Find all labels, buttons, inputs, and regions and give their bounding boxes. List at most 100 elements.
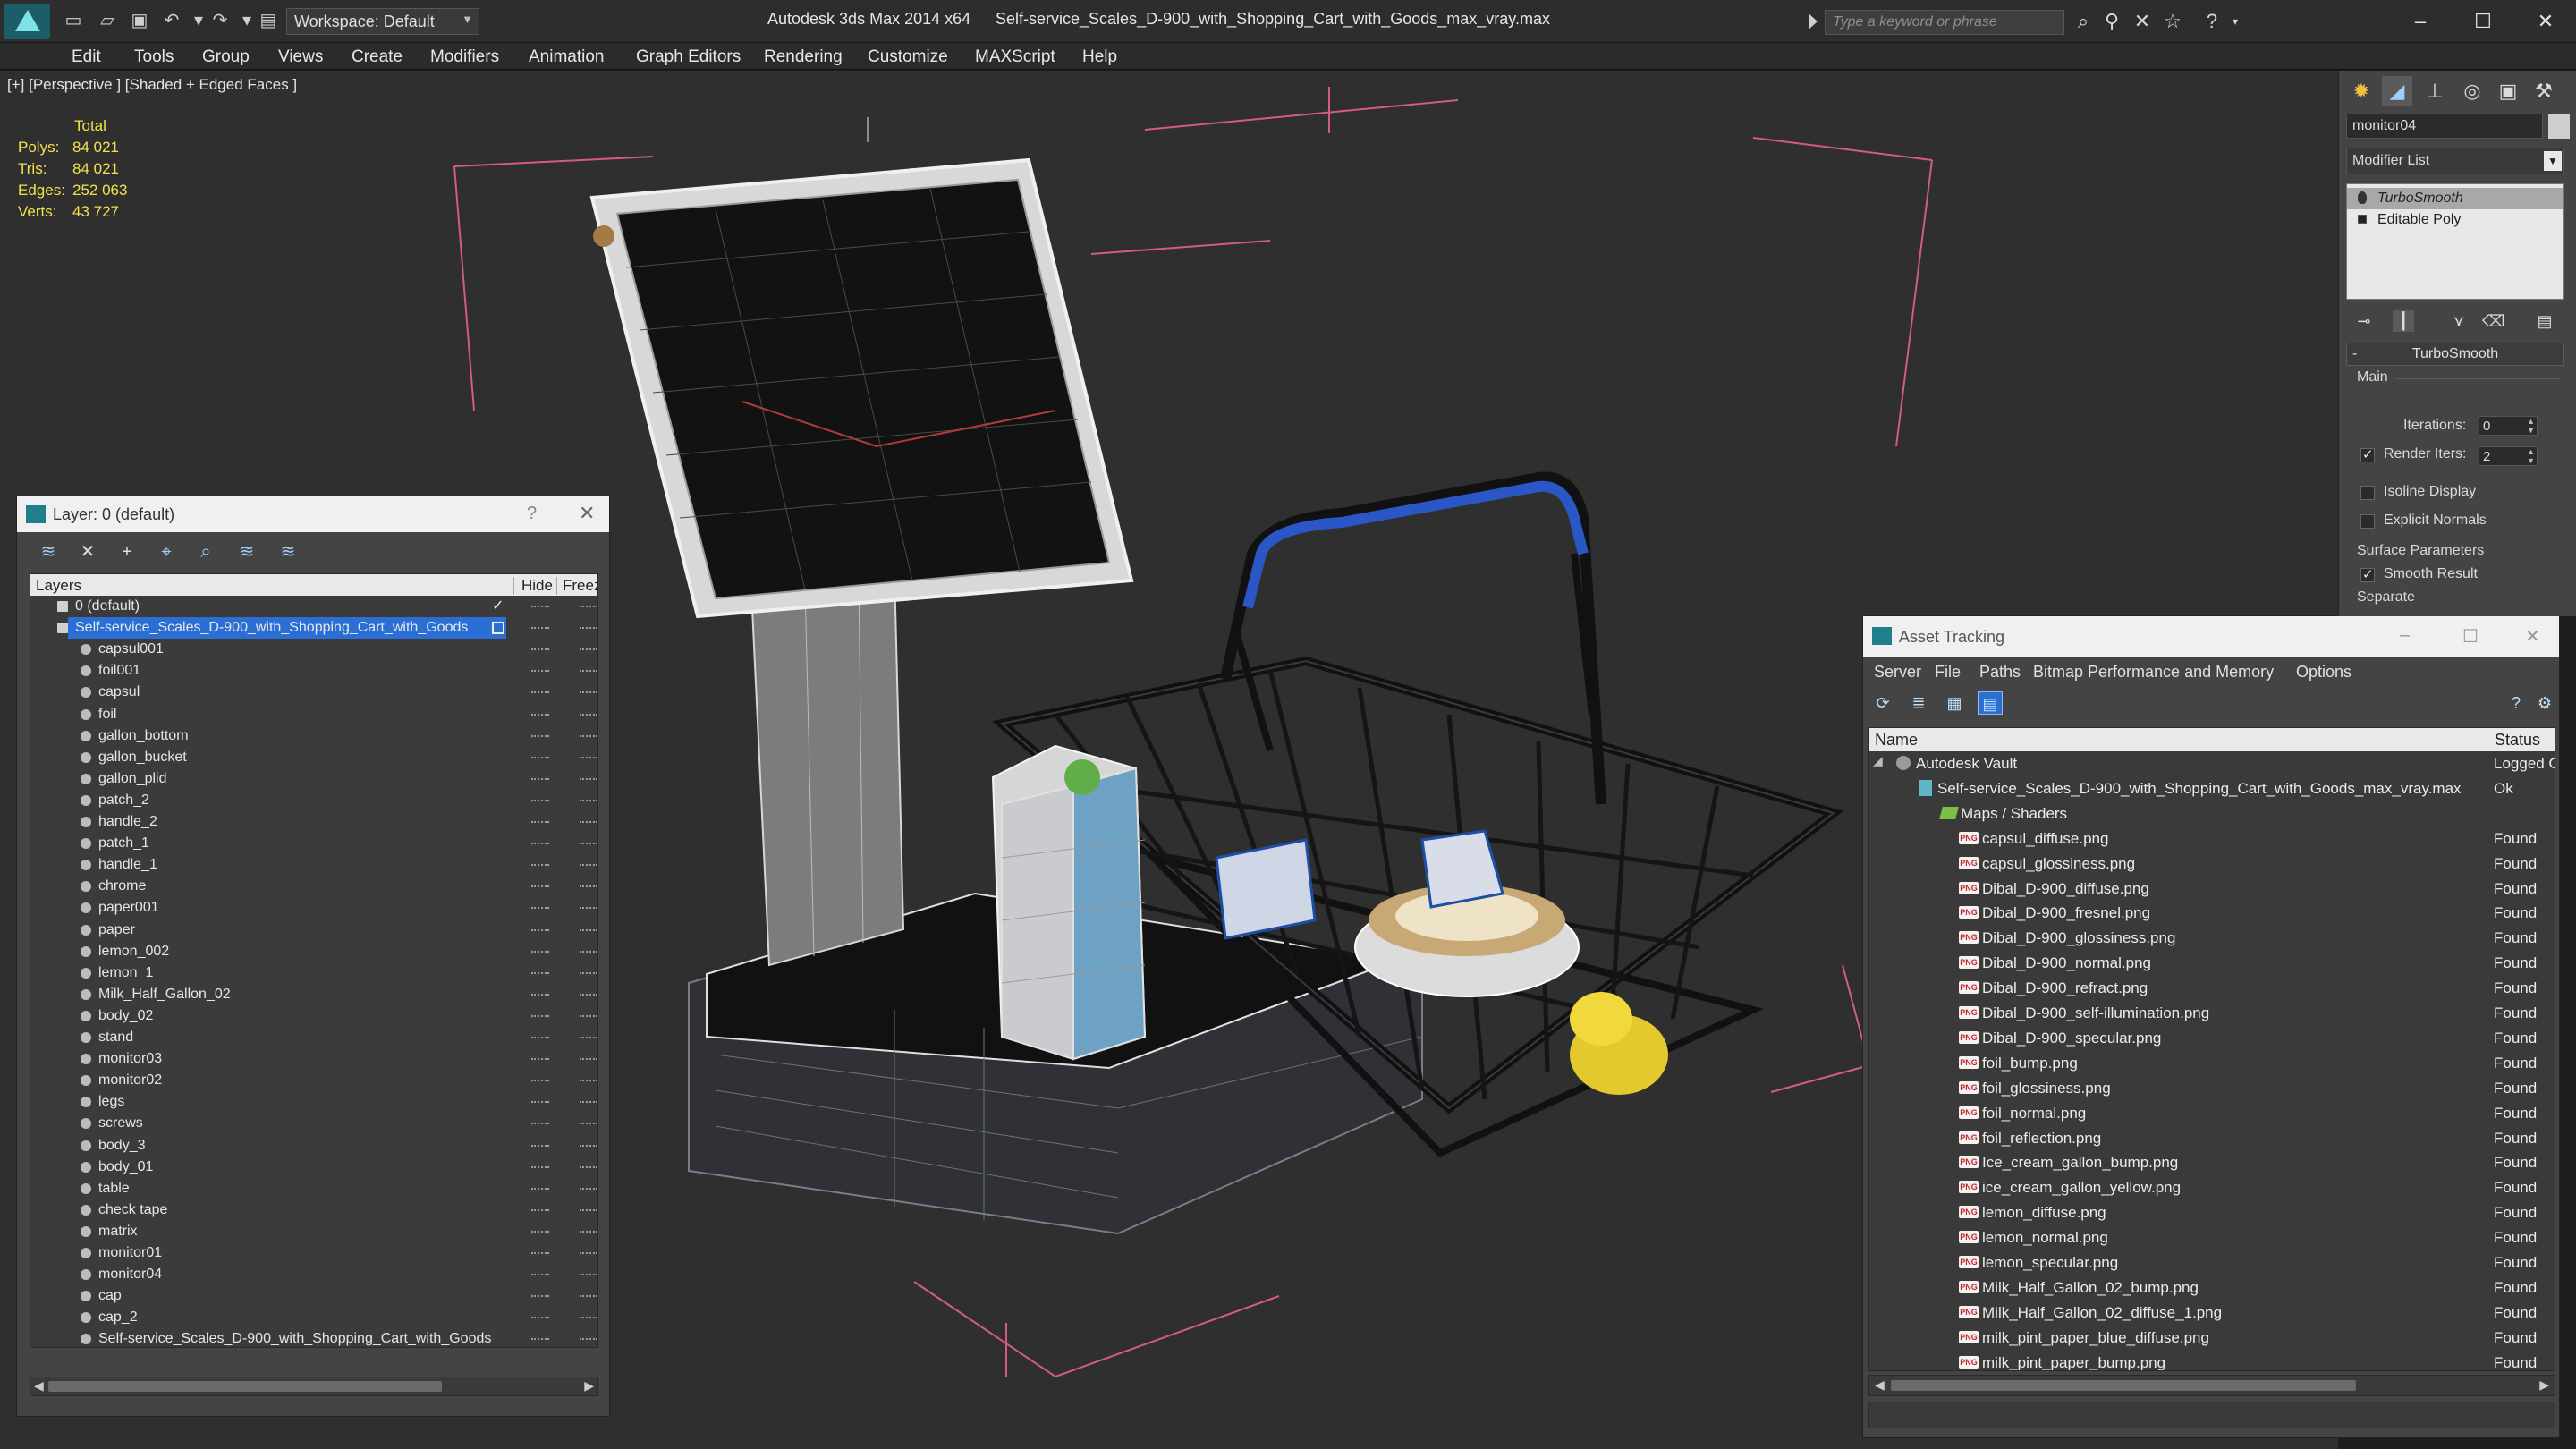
layer-row[interactable]: body_3 (30, 1135, 597, 1157)
layer-row[interactable]: gallon_plid (30, 768, 597, 790)
menu-create[interactable]: Create (352, 47, 402, 67)
asset-row[interactable]: PNG Dibal_D-900_self-illumination.png Foun… (1869, 1002, 2555, 1024)
expand-box-icon[interactable] (2358, 215, 2367, 224)
asset-row[interactable]: PNG Dibal_D-900_glossiness.png Found (1869, 927, 2555, 949)
freeze-toggle[interactable] (580, 971, 597, 975)
asset-menu-paths[interactable]: Paths (1979, 663, 2021, 682)
freeze-toggle[interactable] (580, 1080, 597, 1082)
pin-stack-icon[interactable]: ⊸ (2353, 310, 2375, 332)
table-view-icon[interactable]: ▤ (1978, 691, 2003, 715)
layer-row[interactable]: handle_2 (30, 811, 597, 833)
explicit-normals-checkbox[interactable] (2360, 514, 2375, 529)
save-icon[interactable]: ▣ (129, 11, 150, 30)
asset-menu-bitmap[interactable]: Bitmap Performance and Memory (2033, 663, 2274, 682)
layer-row[interactable]: handle_1 (30, 854, 597, 876)
hide-toggle[interactable] (531, 1058, 549, 1061)
hide-toggle[interactable] (531, 713, 549, 716)
layer-manager-titlebar[interactable]: Layer: 0 (default) ? ✕ (17, 496, 609, 532)
freeze-toggle[interactable] (580, 843, 597, 845)
hide-toggle[interactable] (531, 1295, 549, 1298)
asset-settings-icon[interactable]: ⚙ (2532, 691, 2557, 715)
render-iters-checkbox[interactable] (2360, 446, 2375, 462)
maximize-button[interactable]: ☐ (2456, 4, 2510, 39)
create-layer-icon[interactable]: ≋ (37, 541, 60, 563)
hide-toggle[interactable] (531, 1165, 549, 1169)
layer-help-button[interactable]: ? (527, 504, 537, 524)
freeze-toggle[interactable] (580, 648, 597, 651)
close-window-button[interactable]: ✕ (2519, 4, 2572, 39)
utilities-tab-icon[interactable]: ⚒ (2529, 76, 2559, 106)
asset-row[interactable]: Self-service_Scales_D-900_with_Shopping_… (1869, 777, 2555, 800)
layer-row[interactable]: monitor02 (30, 1070, 597, 1091)
scroll-thumb[interactable] (1891, 1380, 2356, 1391)
thumbnail-view-icon[interactable]: ▦ (1942, 691, 1967, 715)
asset-row[interactable]: PNG Dibal_D-900_specular.png Found (1869, 1027, 2555, 1049)
show-end-result-icon[interactable]: ┃ (2393, 310, 2414, 332)
workspace-dropdown[interactable]: Workspace: Default ▼ (286, 8, 479, 35)
asset-tracking-titlebar[interactable]: Asset Tracking – ☐ ✕ (1863, 616, 2559, 657)
asset-minimize-button[interactable]: – (2400, 625, 2410, 646)
hide-toggle[interactable] (531, 843, 549, 845)
search-input[interactable]: Type a keyword or phrase (1825, 10, 2064, 35)
freeze-toggle[interactable] (580, 821, 597, 824)
layer-row[interactable]: check tape (30, 1199, 597, 1221)
freeze-toggle[interactable] (580, 1317, 597, 1319)
hide-toggle[interactable] (531, 627, 549, 630)
hide-toggle[interactable] (531, 1274, 549, 1276)
hide-toggle[interactable] (531, 1080, 549, 1082)
freeze-all-layers-icon[interactable]: ≋ (276, 541, 300, 563)
spinner-arrows-icon[interactable]: ▲ ▼ (2527, 417, 2535, 435)
subscription-icon[interactable]: ⚲ (2100, 11, 2123, 32)
remove-modifier-icon[interactable]: ⌫ (2482, 310, 2504, 332)
modify-tab-icon[interactable]: ◢ (2382, 76, 2412, 106)
refresh-icon[interactable]: ⟳ (1870, 691, 1895, 715)
menu-views[interactable]: Views (278, 47, 323, 67)
hide-toggle[interactable] (531, 799, 549, 802)
layer-row[interactable]: table (30, 1178, 597, 1199)
hide-toggle[interactable] (531, 971, 549, 975)
hide-toggle[interactable] (531, 1317, 549, 1319)
layer-row[interactable]: monitor03 (30, 1048, 597, 1070)
freeze-toggle[interactable] (580, 1058, 597, 1061)
asset-row[interactable]: PNG capsul_diffuse.png Found (1869, 827, 2555, 850)
hide-column-header[interactable]: Hide (513, 577, 556, 595)
freeze-toggle[interactable] (580, 1144, 597, 1148)
hide-toggle[interactable] (531, 1123, 549, 1125)
menu-customize[interactable]: Customize (868, 47, 948, 67)
menu-graph-editors[interactable]: Graph Editors (636, 47, 741, 67)
layer-close-button[interactable]: ✕ (579, 502, 595, 525)
menu-modifiers[interactable]: Modifiers (430, 47, 499, 67)
layer-row[interactable]: capsul (30, 682, 597, 703)
layer-row[interactable]: legs (30, 1091, 597, 1113)
layer-horizontal-scrollbar[interactable]: ◀ ▶ (30, 1377, 598, 1396)
project-folder-icon[interactable]: ▤ (258, 11, 279, 30)
asset-row[interactable]: PNG capsul_glossiness.png Found (1869, 852, 2555, 875)
hide-toggle[interactable] (531, 1338, 549, 1341)
hide-toggle[interactable] (531, 1230, 549, 1233)
layer-row[interactable]: Self-service_Scales_D-900_with_Shopping_… (30, 1328, 597, 1347)
binoculars-icon[interactable]: ⌕ (2072, 11, 2095, 32)
hide-toggle[interactable] (531, 1208, 549, 1212)
layer-list[interactable]: Layers Hide Freeze 0 (default) ✓ Self-serv… (30, 573, 598, 1348)
freeze-toggle[interactable] (580, 950, 597, 953)
asset-row[interactable]: PNG lemon_normal.png Found (1869, 1226, 2555, 1249)
hide-toggle[interactable] (531, 734, 549, 738)
layer-row[interactable]: chrome (30, 876, 597, 897)
freeze-toggle[interactable] (580, 1037, 597, 1039)
freeze-toggle[interactable] (580, 993, 597, 996)
list-view-icon[interactable]: ≣ (1906, 691, 1931, 715)
freeze-toggle[interactable] (580, 691, 597, 694)
layers-column-header[interactable]: Layers (36, 577, 81, 595)
freeze-column-header[interactable]: Freeze (556, 577, 597, 595)
minimize-button[interactable]: – (2394, 4, 2447, 39)
asset-row[interactable]: PNG foil_glossiness.png Found (1869, 1077, 2555, 1099)
lightbulb-icon[interactable] (2358, 191, 2367, 204)
undo-dropdown-icon[interactable]: ▾ (188, 11, 209, 30)
asset-row[interactable]: PNG foil_bump.png Found (1869, 1052, 2555, 1074)
delete-layer-icon[interactable]: ✕ (76, 541, 99, 563)
help-dropdown-icon[interactable]: ▾ (2224, 11, 2247, 32)
configure-sets-icon[interactable]: ▤ (2534, 310, 2555, 332)
communication-icon[interactable]: ✕ (2131, 11, 2154, 32)
layer-row[interactable]: patch_1 (30, 833, 597, 854)
freeze-toggle[interactable] (580, 1252, 597, 1255)
